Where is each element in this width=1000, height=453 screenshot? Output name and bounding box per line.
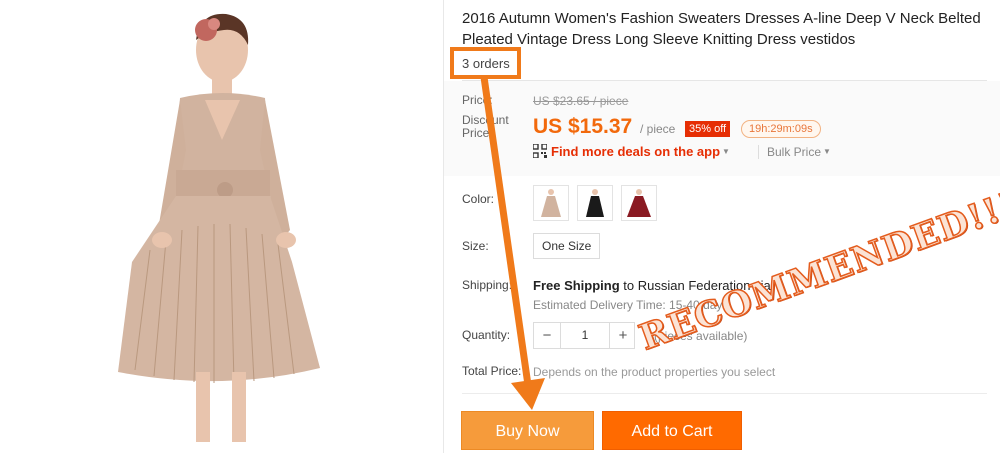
total-price-label: Total Price: <box>462 364 522 378</box>
color-option-burgundy[interactable] <box>621 185 657 221</box>
shipping-label: Shipping: <box>462 278 513 292</box>
chevron-down-icon: ▼ <box>722 147 730 156</box>
buy-now-button[interactable]: Buy Now <box>461 411 594 450</box>
discount-badge: 35% off <box>685 121 731 137</box>
color-option-black[interactable] <box>577 185 613 221</box>
add-to-cart-button[interactable]: Add to Cart <box>602 411 742 450</box>
countdown-timer: 19h:29m:09s <box>741 120 821 138</box>
original-price: US $23.65 / piece <box>533 94 629 108</box>
price-label: Price: <box>462 93 493 107</box>
quantity-label: Quantity: <box>462 328 511 342</box>
discount-price: US $15.37 <box>533 115 633 138</box>
color-label: Color: <box>462 192 495 206</box>
color-thumb-beige <box>541 189 561 217</box>
free-shipping-text: Free Shipping <box>533 278 620 293</box>
bulk-price-dropdown[interactable]: Bulk Price ▼ <box>758 145 831 159</box>
quantity-increase-button[interactable]: + <box>610 323 636 348</box>
color-option-beige[interactable] <box>533 185 569 221</box>
quantity-input[interactable]: 1 <box>560 323 610 348</box>
discount-price-label: Discount Price: <box>462 113 509 140</box>
product-image[interactable] <box>0 0 444 453</box>
qr-code-icon <box>533 144 547 158</box>
price-unit: / piece <box>640 122 676 136</box>
app-deals-link[interactable]: Find more deals on the app ▼ <box>551 144 730 159</box>
color-thumb-black <box>586 189 604 217</box>
divider <box>462 393 987 394</box>
color-thumb-burgundy <box>627 189 651 217</box>
size-option-one-size[interactable]: One Size <box>533 233 601 259</box>
dress-model-photo <box>118 13 320 442</box>
quantity-stepper: − 1 + <box>533 322 635 349</box>
total-price-value: Depends on the product properties you se… <box>533 365 776 379</box>
price-section: Price: US $23.65 / piece Discount Price:… <box>444 81 1000 176</box>
chevron-down-icon: ▼ <box>823 147 831 156</box>
orders-count[interactable]: 3 orders <box>462 56 510 71</box>
size-label: Size: <box>462 239 489 253</box>
product-title: 2016 Autumn Women's Fashion Sweaters Dre… <box>462 10 981 48</box>
app-deals-label: Find more deals on the app <box>551 144 721 159</box>
quantity-decrease-button[interactable]: − <box>534 323 560 348</box>
bulk-price-label: Bulk Price <box>767 145 822 159</box>
